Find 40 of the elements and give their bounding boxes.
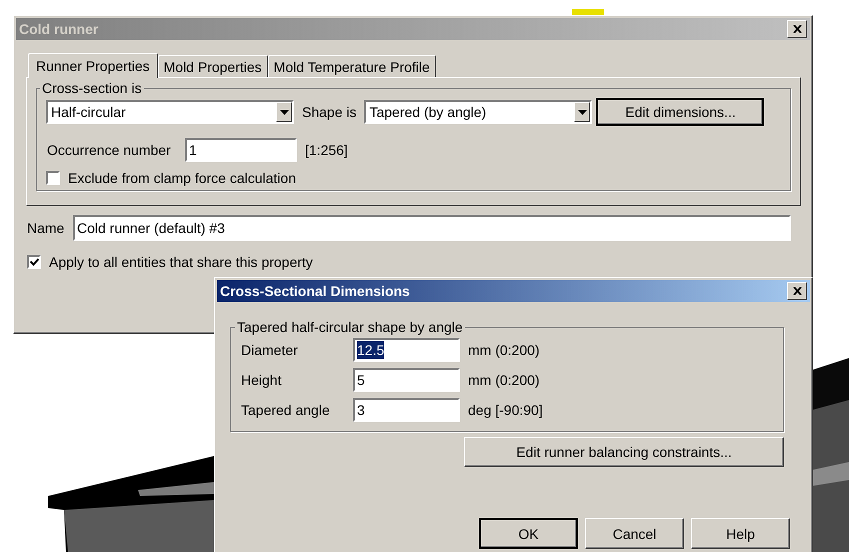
window-title: Cold runner <box>19 21 98 37</box>
window-title: Cross-Sectional Dimensions <box>220 283 410 299</box>
checkbox-label: Exclude from clamp force calculation <box>68 170 296 186</box>
checkbox-label: Apply to all entities that share this property <box>49 254 313 270</box>
tab[interactable]: Mold Properties <box>158 55 268 77</box>
close-icon <box>792 287 802 295</box>
unit-label: mm (0:200) <box>468 342 540 358</box>
field-label: Diameter <box>241 342 299 358</box>
tab[interactable]: Mold Temperature Profile <box>268 55 436 77</box>
checkbox[interactable] <box>46 171 60 185</box>
range-label: [1:256] <box>305 142 348 158</box>
input-field[interactable]: 1 <box>185 138 297 162</box>
balancing-constraints-button[interactable]: Edit runner balancing constraints... <box>464 437 784 467</box>
field-label: Height <box>241 372 282 388</box>
dropdown[interactable]: Tapered (by angle) <box>364 100 592 124</box>
field-label: Name <box>27 220 66 236</box>
field-label: Occurrence number <box>47 142 172 158</box>
group-label: Cross-section is <box>41 80 143 96</box>
close-button[interactable] <box>787 282 807 300</box>
unit-label: mm (0:200) <box>468 372 540 388</box>
unit-label: deg [-90:90] <box>468 402 543 418</box>
dropdown[interactable]: Half-circular <box>46 100 294 124</box>
close-button[interactable] <box>787 20 807 38</box>
field-label: Shape is <box>302 104 356 120</box>
close-icon <box>792 25 802 33</box>
dropdown-arrow-icon <box>280 110 288 114</box>
dialog-button[interactable]: OK <box>479 518 578 549</box>
tab[interactable]: Runner Properties <box>28 53 158 78</box>
group-label: Tapered half-circular shape by angle <box>236 319 464 335</box>
check-icon <box>30 258 38 266</box>
input-field[interactable]: 5 <box>353 368 460 392</box>
dropdown-arrow-icon <box>578 110 587 114</box>
input-field[interactable]: Cold runner (default) #3 <box>73 215 791 241</box>
checkbox[interactable] <box>27 255 41 269</box>
field-label: Tapered angle <box>241 402 331 418</box>
input-field[interactable]: 3 <box>353 398 460 422</box>
edit-dimensions-button[interactable]: Edit dimensions... <box>596 98 764 126</box>
dialog-button[interactable]: Cancel <box>585 518 684 549</box>
dialog-button[interactable]: Help <box>691 518 790 549</box>
input-field[interactable]: 12.5 <box>353 338 460 362</box>
